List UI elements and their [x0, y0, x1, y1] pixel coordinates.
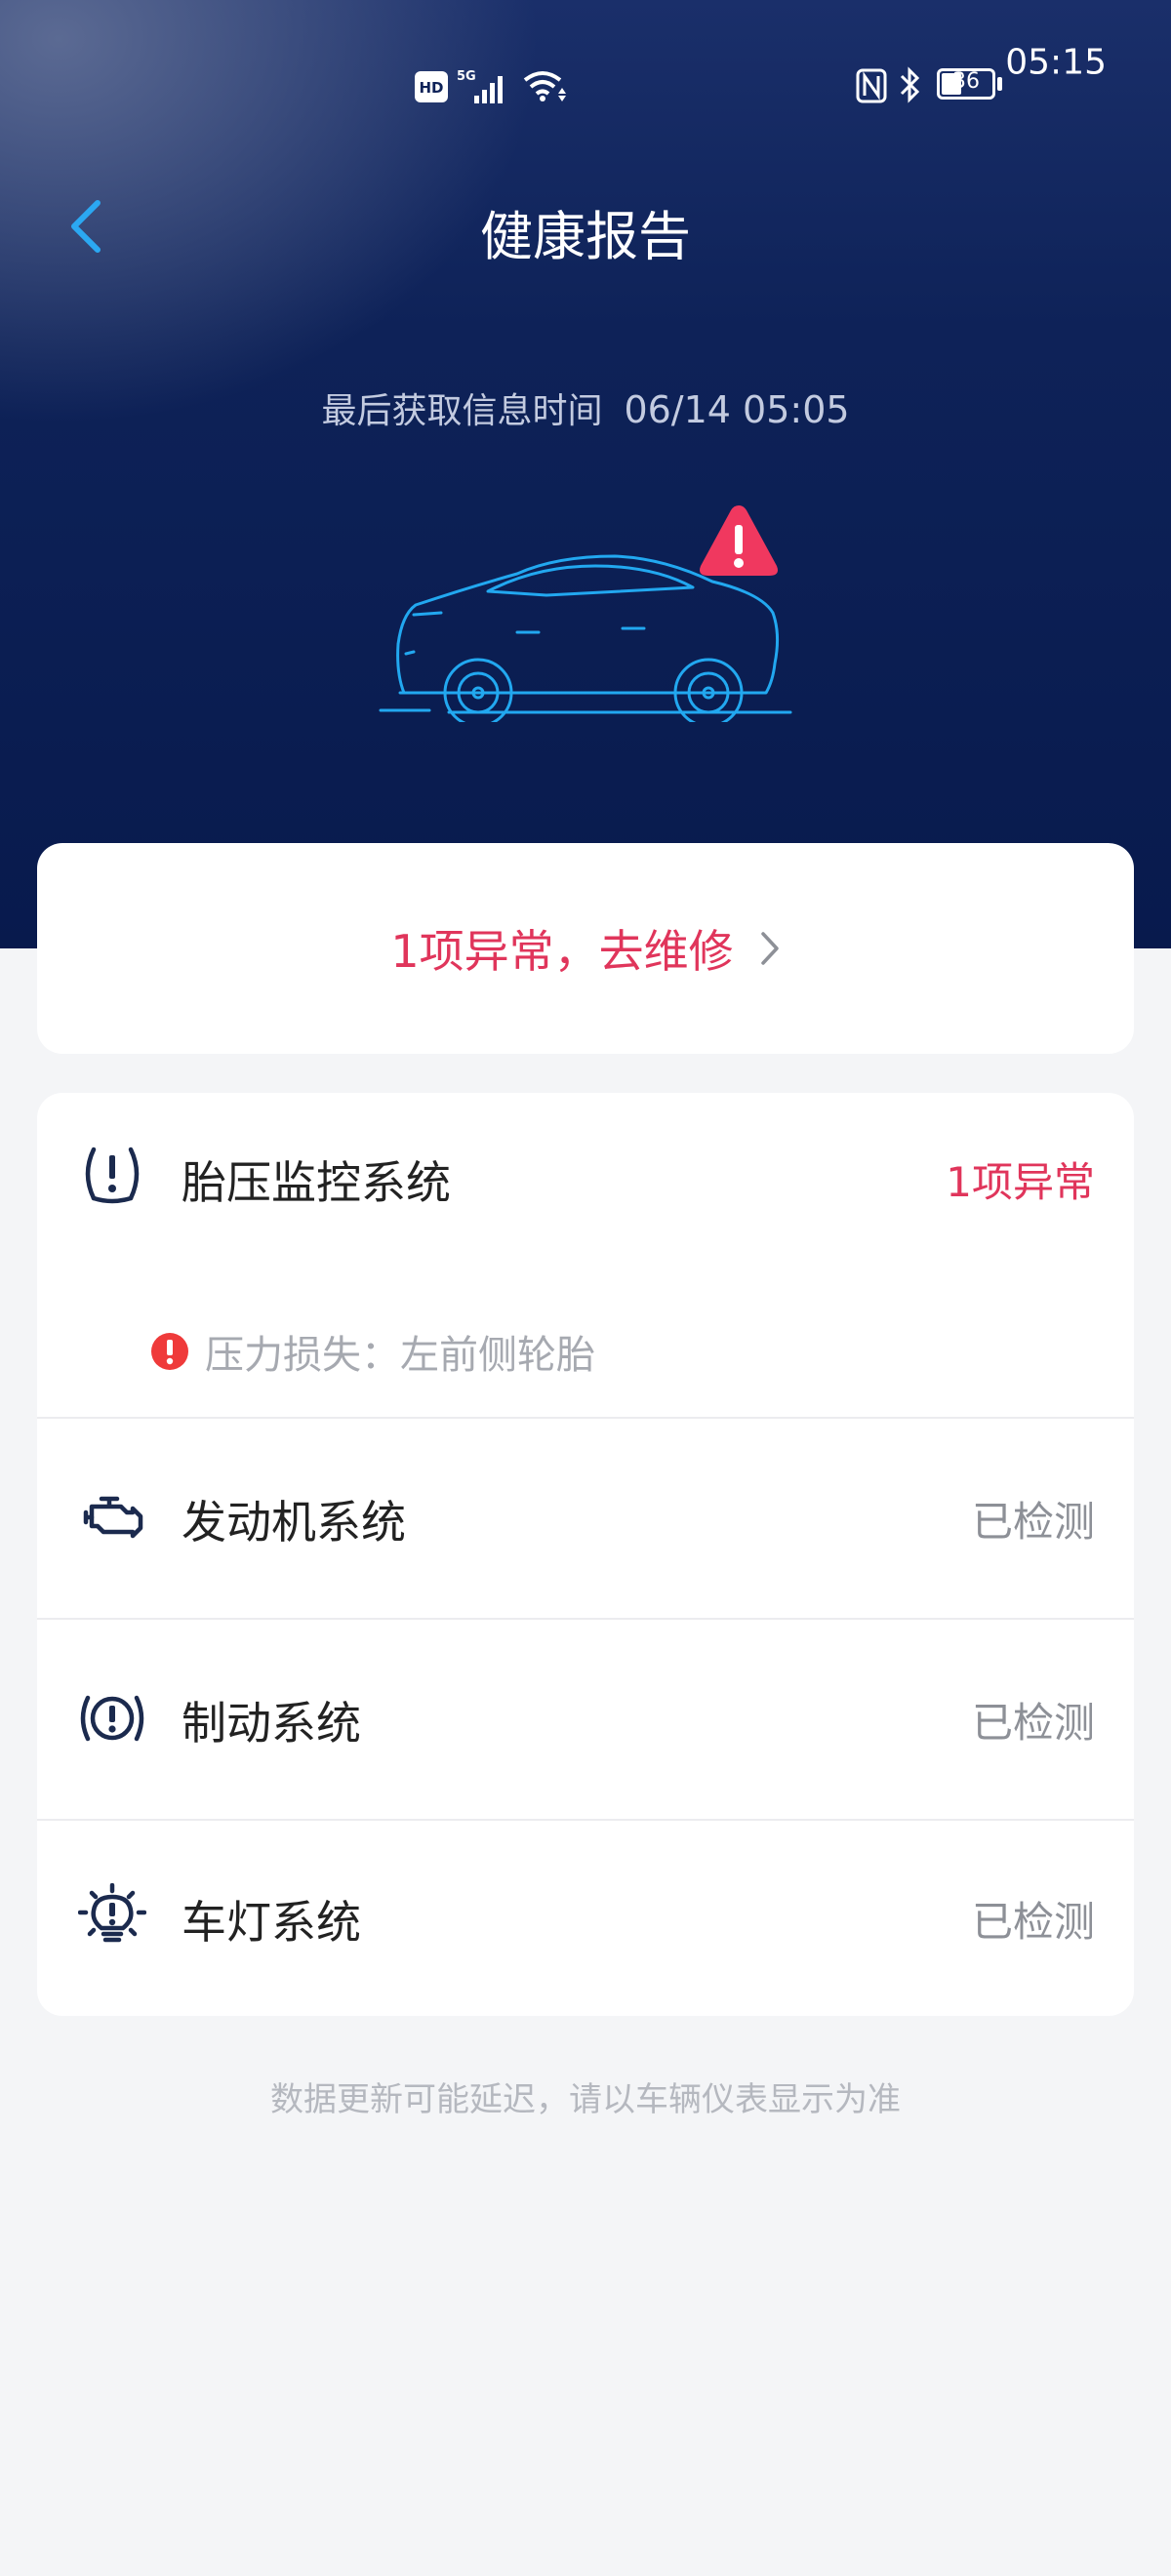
- nfc-icon: [856, 68, 887, 103]
- error-icon: [151, 1333, 188, 1370]
- hero-panel: HD 5G 36 05:15 健康报告 最后获取信息时间 06/14 05:05: [0, 0, 1171, 948]
- system-label: 发动机系统: [182, 1496, 406, 1549]
- system-detail-text: 压力损失：左前侧轮胎: [205, 1333, 595, 1378]
- system-status: 已检测: [971, 1699, 1095, 1747]
- system-status: 已检测: [971, 1898, 1095, 1946]
- last-update-value: 06/14 05:05: [624, 388, 850, 431]
- repair-card[interactable]: 1项异常，去维修: [37, 843, 1134, 1054]
- page-header: 健康报告: [0, 176, 1171, 273]
- last-update: 最后获取信息时间 06/14 05:05: [0, 382, 1171, 433]
- svg-text:5G: 5G: [457, 69, 476, 84]
- warning-icon: [700, 505, 778, 576]
- system-label: 车灯系统: [182, 1896, 361, 1949]
- status-time: 05:15: [1005, 42, 1107, 83]
- svg-text:HD: HD: [419, 79, 443, 97]
- status-bar: HD 5G 36 05:15: [0, 0, 1171, 103]
- battery-level: 36: [952, 69, 980, 94]
- battery-tip: [997, 77, 1002, 91]
- page-title: 健康报告: [480, 206, 691, 267]
- system-row-engine[interactable]: 发动机系统 已检测: [37, 1419, 1134, 1618]
- bluetooth-icon: [900, 66, 920, 103]
- system-status: 1项异常: [946, 1158, 1095, 1206]
- system-detail: 压力损失：左前侧轮胎: [150, 1323, 595, 1380]
- light-icon: [78, 1883, 146, 1943]
- system-row-brake[interactable]: 制动系统 已检测: [37, 1620, 1134, 1819]
- engine-icon: [83, 1496, 143, 1539]
- system-row-lights[interactable]: 车灯系统 已检测: [37, 1821, 1134, 2016]
- chevron-right-icon: [760, 932, 779, 965]
- systems-card: 胎压监控系统 1项异常 压力损失：左前侧轮胎 发动机系统 已检测 制动系统 已检…: [37, 1093, 1134, 2016]
- system-label: 制动系统: [182, 1697, 361, 1750]
- brake-icon: [80, 1695, 144, 1742]
- tire-pressure-icon: [85, 1147, 140, 1204]
- system-status: 已检测: [971, 1498, 1095, 1546]
- hd-icon: HD: [415, 71, 448, 102]
- system-label: 胎压监控系统: [182, 1156, 451, 1209]
- last-update-label: 最后获取信息时间: [321, 391, 603, 431]
- footnote: 数据更新可能延迟，请以车辆仪表显示为准: [270, 2080, 901, 2119]
- battery-icon: 36: [937, 68, 995, 100]
- signal-icon: 5G: [457, 69, 503, 103]
- repair-label: 1项异常，去维修: [390, 925, 734, 978]
- system-row-tire-pressure[interactable]: 胎压监控系统 1项异常 压力损失：左前侧轮胎: [37, 1093, 1134, 1417]
- wifi-icon: [523, 71, 566, 101]
